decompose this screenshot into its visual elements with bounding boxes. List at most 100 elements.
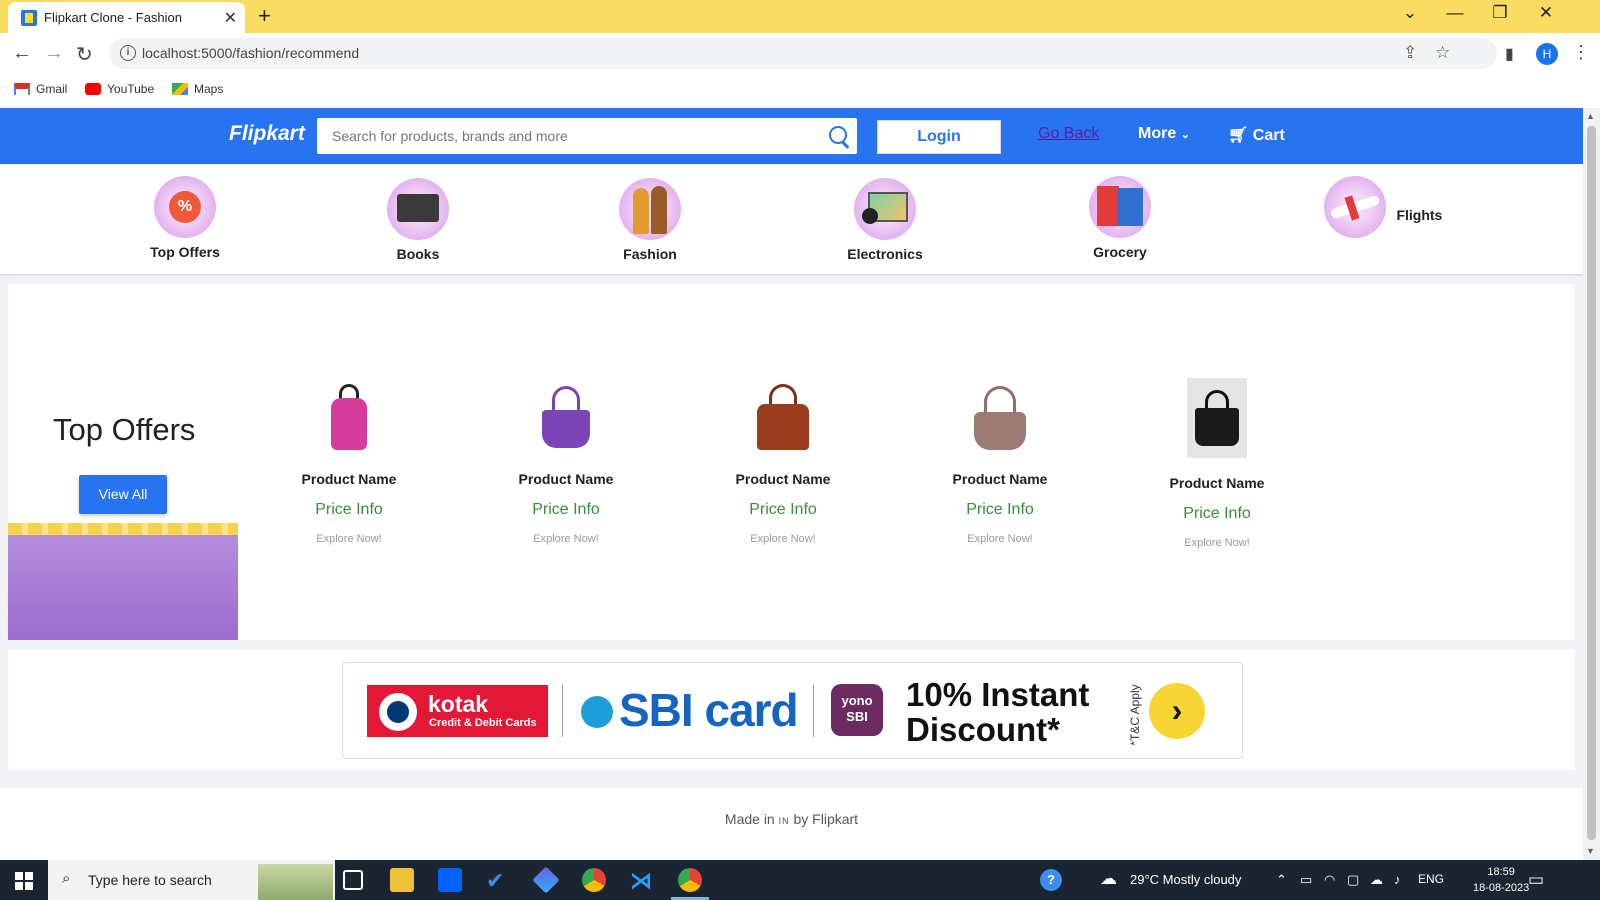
- banner-divider: [813, 685, 814, 737]
- bookmark-star-icon[interactable]: ☆: [1435, 43, 1450, 63]
- explore-link[interactable]: Explore Now!: [259, 533, 439, 545]
- category-fashion[interactable]: Fashion: [585, 178, 715, 262]
- chevron-right-icon[interactable]: ›: [1149, 683, 1205, 739]
- scroll-thumb[interactable]: [1587, 126, 1596, 840]
- explore-link[interactable]: Explore Now!: [1127, 537, 1307, 549]
- product-name: Product Name: [735, 471, 831, 487]
- product-card[interactable]: Product Name Price Info Explore Now!: [476, 380, 656, 545]
- search-icon: ⌕: [62, 870, 71, 887]
- page-scrollbar[interactable]: ▲ ▼: [1583, 108, 1600, 860]
- chrome-profile-icon[interactable]: [678, 868, 702, 892]
- profile-avatar[interactable]: H: [1536, 43, 1558, 65]
- site-info-icon[interactable]: i: [120, 45, 136, 61]
- meet-now-icon[interactable]: ▢: [1347, 872, 1359, 888]
- taskbar-search-text[interactable]: Type here to search: [88, 872, 212, 888]
- clock-time: 18:59: [1487, 866, 1515, 878]
- dropbox-icon[interactable]: [438, 868, 462, 892]
- explore-link[interactable]: Explore Now!: [476, 533, 656, 545]
- battery-icon[interactable]: ▭: [1300, 872, 1312, 888]
- product-card[interactable]: Product Name Price Info Explore Now!: [259, 380, 439, 545]
- flipkart-logo[interactable]: Flipkart: [229, 122, 305, 146]
- footer-text: Made in IN by Flipkart: [0, 811, 1583, 827]
- top-offers-section: Top Offers View All Product Name Price I…: [8, 284, 1575, 640]
- category-electronics[interactable]: Electronics: [820, 178, 950, 262]
- taskbar-search[interactable]: ⌕ Type here to search: [48, 860, 335, 900]
- flipkart-favicon-icon: [21, 10, 37, 26]
- back-arrow-icon[interactable]: ←: [12, 42, 32, 65]
- scroll-up-icon[interactable]: ▲: [1586, 111, 1595, 121]
- bank-offer-banner[interactable]: kotak Credit & Debit Cards SBI card yono…: [342, 662, 1243, 759]
- explore-link[interactable]: Explore Now!: [910, 533, 1090, 545]
- tab-search-chevron-icon[interactable]: ⌄: [1390, 3, 1430, 23]
- bookmark-youtube[interactable]: YouTube: [85, 82, 154, 96]
- restore-icon[interactable]: ❐: [1480, 3, 1520, 23]
- more-label: More: [1138, 125, 1177, 142]
- search-icon[interactable]: [829, 126, 847, 144]
- more-menu[interactable]: More ⌄: [1138, 125, 1190, 143]
- new-tab-icon[interactable]: +: [258, 3, 271, 29]
- yono-line2: SBI: [846, 709, 868, 724]
- reload-icon[interactable]: ↻: [76, 42, 93, 67]
- explore-link[interactable]: Explore Now!: [693, 533, 873, 545]
- product-bag-body: [1195, 408, 1239, 446]
- login-button[interactable]: Login: [877, 120, 1001, 154]
- todo-icon[interactable]: ✔: [486, 868, 510, 893]
- help-icon[interactable]: ?: [1040, 869, 1062, 891]
- product-name: Product Name: [518, 471, 614, 487]
- windows-start-icon[interactable]: [15, 872, 33, 890]
- address-bar[interactable]: i localhost:5000/fashion/recommend ⇪ ☆: [109, 38, 1497, 69]
- category-label: Top Offers: [150, 244, 220, 260]
- file-explorer-icon[interactable]: [390, 868, 414, 892]
- bookmark-maps[interactable]: Maps: [172, 82, 223, 96]
- task-view-icon[interactable]: [343, 870, 363, 890]
- browser-toolbar: ← → ↻ i localhost:5000/fashion/recommend…: [0, 33, 1600, 74]
- terms-text: *T&C Apply: [1128, 684, 1142, 746]
- language-indicator[interactable]: ENG: [1418, 872, 1444, 886]
- minimize-icon[interactable]: —: [1435, 3, 1475, 23]
- product-card[interactable]: Product Name Price Info Explore Now!: [693, 380, 873, 545]
- forward-arrow-icon[interactable]: →: [44, 42, 64, 65]
- bookmark-label: Gmail: [36, 82, 68, 96]
- category-top-offers[interactable]: % Top Offers: [120, 176, 250, 260]
- vscode-icon[interactable]: ⋊: [630, 868, 654, 893]
- cart-link[interactable]: 🛒︎ Cart: [1228, 125, 1285, 145]
- category-flights[interactable]: Flights: [1293, 176, 1443, 238]
- scroll-down-icon[interactable]: ▼: [1586, 846, 1595, 856]
- go-back-link[interactable]: Go Back: [1038, 125, 1099, 143]
- taskbar-clock[interactable]: 18:59 18-08-2023: [1473, 864, 1529, 896]
- search-input[interactable]: [317, 118, 837, 154]
- notification-icon[interactable]: ▭: [1528, 870, 1544, 890]
- browser-tab[interactable]: Flipkart Clone - Fashion ✕: [8, 2, 245, 33]
- weather-text[interactable]: 29°C Mostly cloudy: [1130, 872, 1241, 887]
- clock-date: 18-08-2023: [1473, 882, 1530, 894]
- cart-label: Cart: [1252, 127, 1285, 144]
- category-books[interactable]: Books: [353, 178, 483, 262]
- show-hidden-icons-chevron-icon[interactable]: ⌃: [1276, 872, 1287, 888]
- bookmark-gmail[interactable]: Gmail: [14, 82, 67, 96]
- product-card[interactable]: Product Name Price Info Explore Now!: [1127, 378, 1307, 549]
- offers-decoration-image: [8, 523, 238, 640]
- kebab-menu-icon[interactable]: ⋮: [1572, 42, 1590, 63]
- section-title: Top Offers: [53, 412, 196, 447]
- chevron-down-icon: ⌄: [1180, 129, 1190, 141]
- close-window-icon[interactable]: ✕: [1526, 3, 1566, 23]
- share-icon[interactable]: ⇪: [1403, 43, 1417, 63]
- power-automate-icon[interactable]: [532, 866, 560, 894]
- chrome-icon[interactable]: [582, 868, 606, 892]
- close-tab-icon[interactable]: ✕: [224, 8, 237, 28]
- onedrive-cloud-icon[interactable]: ☁: [1370, 872, 1383, 888]
- electronics-icon: [854, 178, 916, 240]
- weather-cloud-icon[interactable]: ☁: [1100, 869, 1117, 889]
- sbi-card-logo: SBI card: [581, 683, 799, 737]
- volume-icon[interactable]: ♪: [1394, 872, 1401, 887]
- url-text[interactable]: localhost:5000/fashion/recommend: [142, 45, 359, 61]
- bookmark-label: Maps: [194, 82, 224, 96]
- side-panel-icon[interactable]: ▮: [1505, 44, 1514, 64]
- wifi-icon[interactable]: ◠: [1324, 872, 1335, 888]
- category-grocery[interactable]: Grocery: [1055, 176, 1185, 260]
- product-card[interactable]: Product Name Price Info Explore Now!: [910, 380, 1090, 545]
- top-offers-icon: %: [154, 176, 216, 238]
- product-bag-image: [751, 380, 815, 456]
- sbi-card-text: SBI card: [619, 684, 799, 736]
- view-all-button[interactable]: View All: [79, 475, 167, 514]
